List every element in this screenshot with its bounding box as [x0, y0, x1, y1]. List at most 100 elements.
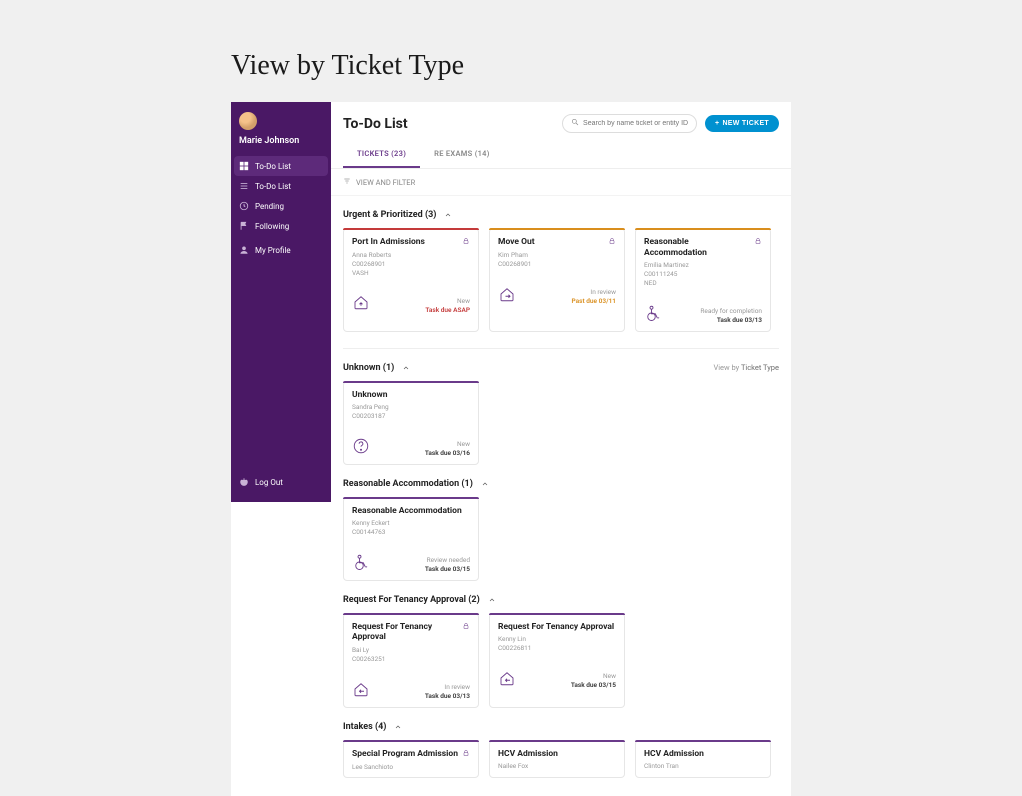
section-title: Intakes (4)	[343, 722, 386, 732]
avatar[interactable]	[239, 112, 257, 130]
card-title: Request For Tenancy Approval	[352, 622, 458, 643]
card-title: Unknown	[352, 390, 387, 401]
ticket-card[interactable]: Reasonable Accommodation Emilia MartinezC…	[635, 228, 771, 332]
section-title: Request For Tenancy Approval (2)	[343, 595, 480, 605]
ticket-card[interactable]: HCV AdmissionNailee Fox	[489, 740, 625, 779]
flag-icon	[239, 221, 249, 231]
card-subtitle: Sandra PengC00203187	[352, 403, 470, 421]
ticket-card[interactable]: Special Program Admission Lee Sanchioto	[343, 740, 479, 779]
house-in-icon	[352, 680, 370, 701]
card-subtitle: Emilia MartinezC00111245NED	[644, 261, 762, 287]
lock-icon	[462, 749, 470, 760]
card-status: Review neededTask due 03/15	[425, 556, 470, 574]
section-title: Reasonable Accommodation (1)	[343, 479, 473, 489]
search-box[interactable]	[562, 114, 697, 133]
section: Unknown (1)View by Ticket Type Unknown San…	[343, 363, 779, 465]
new-ticket-button[interactable]: + NEW TICKET	[705, 115, 779, 132]
grid-icon	[239, 161, 249, 171]
house-out-icon	[498, 285, 516, 306]
nav-item-list[interactable]: To-Do List	[231, 176, 331, 196]
ticket-card[interactable]: UnknownSandra PengC00203187NewTask due 0…	[343, 381, 479, 465]
list-icon	[239, 181, 249, 191]
ticket-card[interactable]: Port In Admissions Anna RobertsC00268901V…	[343, 228, 479, 332]
section-header[interactable]: Urgent & Prioritized (3)	[343, 210, 779, 220]
nav-secondary: My Profile	[231, 236, 331, 260]
section: Urgent & Prioritized (3) Port In Admissio…	[343, 210, 779, 332]
section-header[interactable]: Intakes (4)	[343, 722, 779, 732]
card-subtitle: Clinton Tran	[644, 762, 762, 771]
card-title: Reasonable Accommodation	[644, 237, 750, 258]
cards: Port In Admissions Anna RobertsC00268901V…	[343, 228, 779, 332]
ticket-card[interactable]: Move Out Kim PhamC00268901 In reviewPast d…	[489, 228, 625, 332]
cards: Special Program Admission Lee Sanchioto HC…	[343, 740, 779, 779]
card-status: NewTask due ASAP	[425, 297, 470, 315]
ticket-card[interactable]: Request For Tenancy Approval Bai LyC00263…	[343, 613, 479, 708]
card-status: In reviewTask due 03/13	[425, 683, 470, 701]
cards: Request For Tenancy Approval Bai LyC00263…	[343, 613, 779, 708]
nav-item-grid[interactable]: To-Do List	[234, 156, 328, 176]
cards: Reasonable AccommodationKenny EckertC001…	[343, 497, 779, 581]
card-status: Ready for completionTask due 03/13	[700, 307, 762, 325]
view-and-filter[interactable]: VIEW AND FILTER	[331, 169, 791, 196]
card-title: Reasonable Accommodation	[352, 506, 462, 517]
card-title: HCV Admission	[644, 749, 704, 760]
ticket-card[interactable]: Reasonable AccommodationKenny EckertC001…	[343, 497, 479, 581]
section: Request For Tenancy Approval (2) Request …	[343, 595, 779, 708]
card-title: Special Program Admission	[352, 749, 458, 760]
app-frame: Marie Johnson To-Do ListTo-Do ListPendin…	[231, 102, 791, 796]
chevron-up-icon	[402, 364, 410, 372]
nav-my-profile[interactable]: My Profile	[231, 240, 331, 260]
ticket-card[interactable]: HCV Admission Clinton Tran	[635, 740, 771, 779]
sidebar: Marie Johnson To-Do ListTo-Do ListPendin…	[231, 102, 331, 502]
card-subtitle: Lee Sanchioto	[352, 763, 470, 772]
tab[interactable]: TICKETS (23)	[343, 141, 420, 168]
section: Reasonable Accommodation (1) Reasonable A…	[343, 479, 779, 581]
nav-log-out[interactable]: Log Out	[231, 472, 331, 492]
tab[interactable]: RE EXAMS (14)	[420, 141, 504, 168]
chevron-up-icon	[488, 596, 496, 604]
page-title: To-Do List	[343, 116, 562, 132]
nav-item-label: To-Do List	[255, 162, 291, 171]
card-title: HCV Admission	[498, 749, 558, 760]
main: To-Do List + NEW TICKET TICKETS (23)RE E…	[331, 102, 791, 796]
card-subtitle: Kenny LinC00226811	[498, 635, 616, 653]
wheelchair-icon	[644, 304, 662, 325]
section-header[interactable]: Reasonable Accommodation (1)	[343, 479, 779, 489]
nav-item-label: Pending	[255, 202, 284, 211]
section-header[interactable]: Request For Tenancy Approval (2)	[343, 595, 779, 605]
ticket-card[interactable]: Request For Tenancy ApprovalKenny LinC00…	[489, 613, 625, 708]
nav-footer: Log Out	[231, 472, 331, 492]
card-subtitle: Anna RobertsC00268901VASH	[352, 251, 470, 277]
plus-icon: +	[715, 120, 719, 127]
section: Intakes (4) Special Program Admission Lee …	[343, 722, 779, 779]
card-status: NewTask due 03/15	[571, 672, 616, 690]
nav-item-flag[interactable]: Following	[231, 216, 331, 236]
clock-icon	[239, 201, 249, 211]
content: Urgent & Prioritized (3) Port In Admissio…	[331, 196, 791, 796]
main-header: To-Do List + NEW TICKET	[331, 102, 791, 133]
card-subtitle: Bai LyC00263251	[352, 646, 470, 664]
lock-icon	[754, 237, 762, 248]
card-status: In reviewPast due 03/11	[572, 288, 617, 306]
search-icon	[571, 118, 579, 129]
tabs: TICKETS (23)RE EXAMS (14)	[331, 141, 791, 169]
power-icon	[239, 477, 249, 487]
card-title: Move Out	[498, 237, 535, 248]
view-by[interactable]: View by Ticket Type	[713, 363, 779, 372]
house-in-icon	[498, 669, 516, 690]
lock-icon	[462, 622, 470, 633]
section-title: Urgent & Prioritized (3)	[343, 210, 436, 220]
new-ticket-label: NEW TICKET	[722, 120, 769, 127]
section-header[interactable]: Unknown (1)View by Ticket Type	[343, 363, 779, 373]
nav-item-label: Following	[255, 222, 289, 231]
question-icon	[352, 437, 370, 458]
person-icon	[239, 245, 249, 255]
chevron-up-icon	[444, 211, 452, 219]
nav-item-clock[interactable]: Pending	[231, 196, 331, 216]
card-title: Port In Admissions	[352, 237, 425, 248]
filter-label: VIEW AND FILTER	[356, 178, 415, 187]
wheelchair-icon	[352, 553, 370, 574]
card-subtitle: Kim PhamC00268901	[498, 251, 616, 269]
cards: UnknownSandra PengC00203187NewTask due 0…	[343, 381, 779, 465]
search-input[interactable]	[583, 120, 688, 127]
